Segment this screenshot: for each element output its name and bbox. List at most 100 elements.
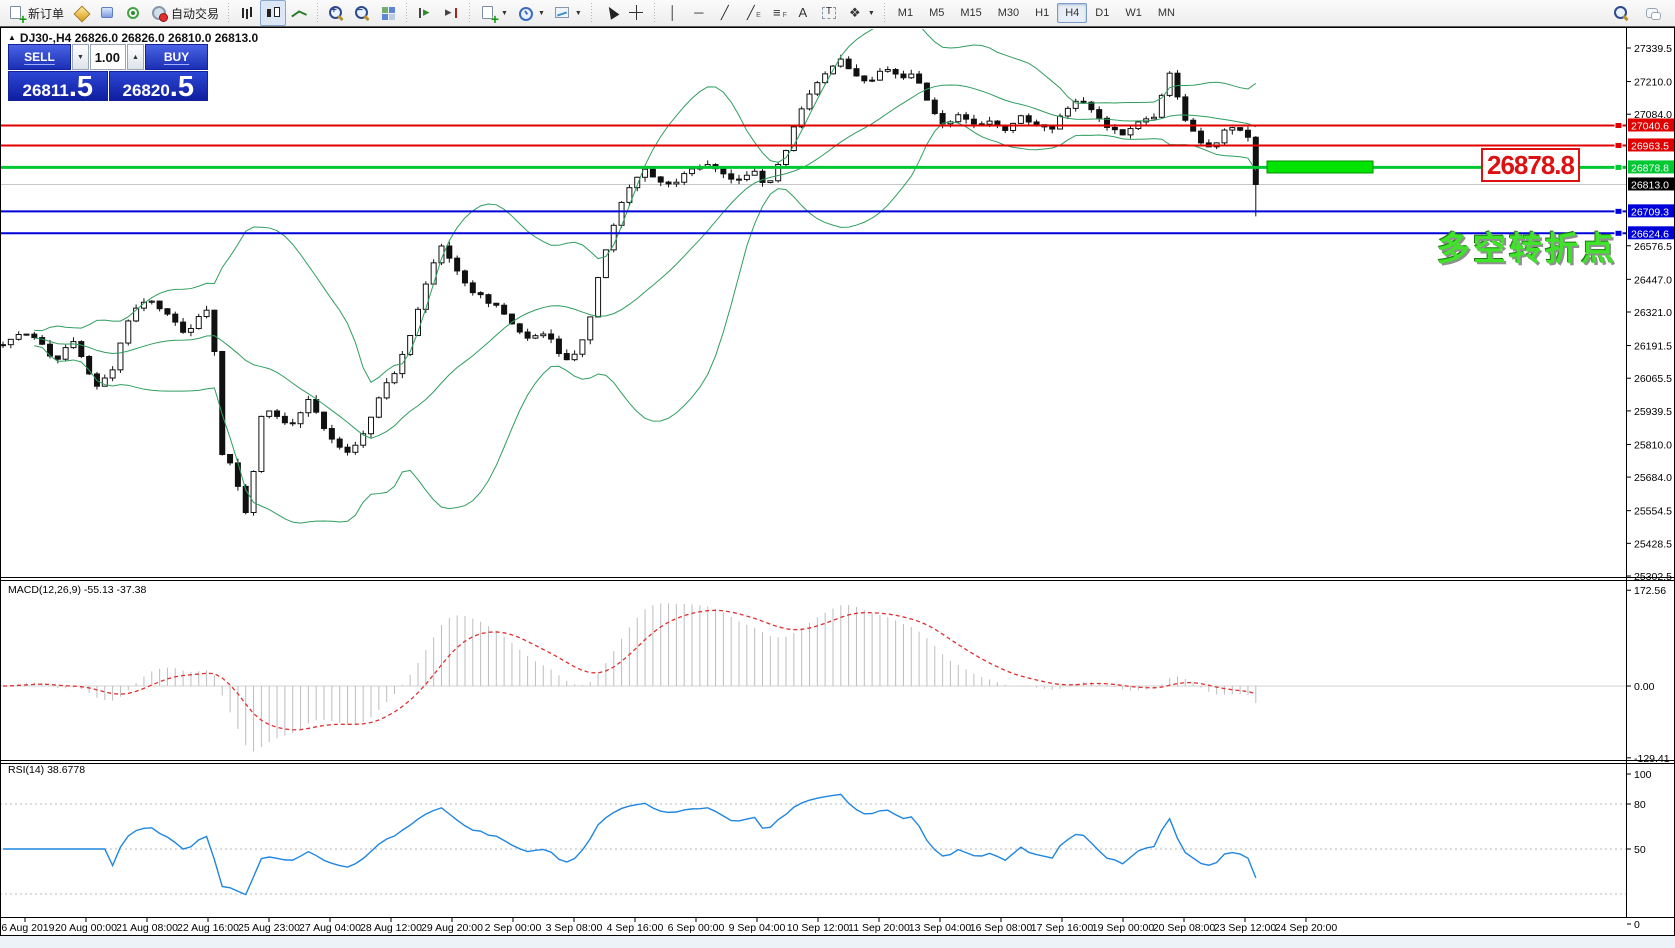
bar-chart-button[interactable] — [234, 0, 260, 26]
time-tick-label: 29 Aug 20:00 — [421, 922, 483, 934]
search-button[interactable] — [1608, 0, 1634, 26]
timeframe-d1[interactable]: D1 — [1087, 3, 1117, 23]
rsi-pane-label: RSI(14) 38.6778 — [8, 764, 85, 776]
metaeditor-button[interactable] — [68, 0, 94, 26]
equidistant-channel-button[interactable]: ╱E — [738, 0, 764, 26]
dropdown-caret-icon: ▼ — [501, 10, 508, 17]
arrows-button[interactable]: ❖▼ — [842, 0, 879, 26]
timeframe-h1[interactable]: H1 — [1027, 3, 1057, 23]
hline-handle[interactable] — [1615, 164, 1622, 170]
price-tick-label: 25554.5 — [1634, 506, 1672, 518]
volume-decrease-button[interactable]: ▼ — [72, 44, 89, 70]
price-callout-box[interactable]: 26878.8 — [1481, 148, 1580, 182]
time-tick-label: 4 Sep 16:00 — [607, 922, 664, 934]
crosshair-button[interactable] — [623, 0, 649, 26]
time-tick-label: 22 Aug 16:00 — [177, 922, 239, 934]
vertical-line-button[interactable]: │ — [660, 0, 686, 26]
new-chart-button[interactable]: ▼ — [475, 0, 512, 26]
macd-tick-label: 0.00 — [1634, 681, 1655, 693]
zoom-in-button[interactable]: + — [323, 0, 349, 26]
time-tick-label: 16 Sep 08:00 — [970, 922, 1033, 934]
collapse-arrow-icon[interactable]: ▲ — [8, 33, 16, 42]
text-label-button[interactable]: T — [816, 0, 842, 26]
horizontal-line-button[interactable]: ─ — [686, 0, 712, 26]
toolbar-separator — [589, 3, 594, 23]
timeframe-h4[interactable]: H4 — [1057, 3, 1087, 23]
price-tick-label: 26065.5 — [1634, 373, 1672, 385]
rsi-tick-label: 50 — [1634, 844, 1646, 856]
zoom-out-button[interactable]: − — [349, 0, 375, 26]
hline-handle[interactable] — [1615, 208, 1622, 214]
highlight-zone[interactable] — [1267, 161, 1373, 173]
templates-icon — [553, 4, 571, 22]
templates-button[interactable]: ▼ — [549, 0, 586, 26]
volume-input[interactable]: 1.00 — [90, 44, 126, 70]
symbol-ohlc-text: DJ30-,H4 26826.0 26826.0 26810.0 26813.0 — [20, 31, 258, 45]
time-tick-label: 10 Sep 12:00 — [787, 922, 850, 934]
current-price-label-text: 26813.0 — [1631, 179, 1669, 191]
hline-handle[interactable] — [1615, 142, 1622, 148]
autotrading-label: 自动交易 — [171, 5, 219, 22]
price-tick-label: 27210.0 — [1634, 77, 1672, 89]
new-order-label: 新订单 — [28, 5, 64, 22]
periods-button[interactable]: ▼ — [512, 0, 549, 26]
buy-price-main: 26820 — [123, 78, 170, 104]
chart-shift-button[interactable] — [438, 0, 464, 26]
rsi-tick-label: 80 — [1634, 799, 1646, 811]
sell-button[interactable]: SELL — [8, 44, 71, 70]
buy-button[interactable]: BUY — [145, 44, 208, 70]
candlestick-chart-button[interactable] — [260, 0, 286, 26]
trendline-icon: ╱ — [716, 4, 734, 22]
toolbar-separator — [226, 3, 231, 23]
timeframe-mn[interactable]: MN — [1150, 3, 1183, 23]
market-watch-button[interactable] — [94, 0, 120, 26]
price-tick-label: 25810.0 — [1634, 439, 1672, 451]
hline-handle[interactable] — [1615, 122, 1622, 128]
timeframe-m5[interactable]: M5 — [921, 3, 952, 23]
fibonacci-button[interactable]: ≡F — [764, 0, 790, 26]
buy-price[interactable]: 26820.5 — [109, 71, 209, 101]
time-tick-label: 21 Aug 08:00 — [116, 922, 178, 934]
vertical-line-icon: │ — [664, 4, 682, 22]
periods-icon — [516, 4, 534, 22]
time-tick-label: 24 Sep 20:00 — [1275, 922, 1338, 934]
toolbar-separator — [404, 3, 409, 23]
tile-windows-icon — [379, 4, 397, 22]
chart-canvas[interactable]: 27339.527210.027084.026576.526447.026321… — [0, 0, 1675, 948]
price-tick-label: 27339.5 — [1634, 43, 1672, 55]
equidistant-channel-icon: ╱E — [742, 4, 760, 22]
zoom-out-icon: − — [353, 4, 371, 22]
timeframe-m1[interactable]: M1 — [890, 3, 921, 23]
cursor-arrow-button[interactable] — [597, 0, 623, 26]
dropdown-caret-icon: ▼ — [538, 10, 545, 17]
toolbar-separator — [467, 3, 472, 23]
tile-windows-button[interactable] — [375, 0, 401, 26]
fibonacci-icon: ≡F — [768, 4, 786, 22]
one-click-trading-panel: SELL ▼ 1.00 ▲ BUY 26811.5 26820.5 — [8, 44, 208, 101]
auto-scroll-button[interactable] — [412, 0, 438, 26]
sell-price[interactable]: 26811.5 — [8, 71, 108, 101]
line-chart-button[interactable] — [286, 0, 312, 26]
signals-button[interactable] — [120, 0, 146, 26]
time-tick-label: 16 Aug 2019 — [0, 922, 55, 934]
rsi-tick-label: 0 — [1634, 919, 1640, 931]
timeframe-w1[interactable]: W1 — [1117, 3, 1150, 23]
chart-symbol-header: ▲ DJ30-,H4 26826.0 26826.0 26810.0 26813.… — [8, 31, 258, 45]
volume-increase-button[interactable]: ▲ — [127, 44, 144, 70]
price-tick-label: 25939.5 — [1634, 406, 1672, 418]
timeframe-m30[interactable]: M30 — [990, 3, 1027, 23]
time-tick-label: 2 Sep 00:00 — [485, 922, 542, 934]
price-tick-label: 25428.5 — [1634, 538, 1672, 550]
new-order-button[interactable]: 新订单 — [3, 0, 68, 26]
time-tick-label: 25 Aug 23:00 — [238, 922, 300, 934]
crosshair-icon — [627, 4, 645, 22]
text-button[interactable]: A — [790, 0, 816, 26]
signals-icon — [124, 4, 142, 22]
timeframe-m15[interactable]: M15 — [952, 3, 989, 23]
chat-button[interactable] — [1640, 0, 1666, 26]
chinese-annotation-text: 多空转折点 — [1437, 222, 1617, 270]
trendline-button[interactable]: ╱ — [712, 0, 738, 26]
dropdown-caret-icon: ▼ — [868, 10, 875, 17]
autotrading-button[interactable]: 自动交易 — [146, 0, 223, 26]
toolbar-separator — [882, 3, 887, 23]
